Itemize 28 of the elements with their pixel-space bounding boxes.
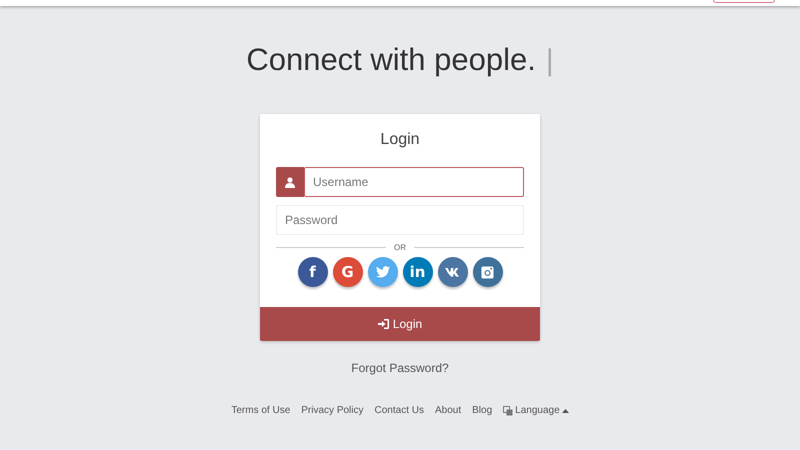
footer-link[interactable]: Terms of Use [231, 405, 290, 416]
password-field[interactable]: Password [276, 205, 524, 235]
card-title: Login [379, 131, 421, 149]
facebook-button[interactable]: f [298, 257, 328, 287]
translate-icon [503, 406, 514, 416]
user-icon [285, 176, 295, 188]
instagram-button[interactable] [472, 257, 502, 287]
headline: Connect with people. [246, 42, 536, 78]
forgot-password-link[interactable]: Forgot Password? [351, 361, 449, 375]
footer-link[interactable]: Blog [472, 405, 492, 416]
vk-button[interactable] [438, 257, 468, 287]
footer-link[interactable]: Contact Us [374, 405, 424, 416]
text-cursor: | [546, 44, 554, 78]
footer-link[interactable]: About [434, 405, 462, 416]
divider-label: OR [394, 243, 406, 252]
vk-icon [444, 267, 460, 277]
bird-icon [376, 266, 390, 278]
language-menu[interactable]: Language [503, 405, 569, 416]
google-button[interactable]: G [332, 257, 362, 287]
sign-in-icon [378, 319, 389, 329]
header-button[interactable] [713, 0, 775, 3]
twitter-button[interactable] [368, 257, 398, 287]
footer-link[interactable]: Privacy Policy [301, 405, 364, 416]
login-button[interactable]: Login [260, 307, 540, 341]
username-field[interactable]: Username [304, 167, 524, 197]
camera-icon [481, 266, 494, 278]
caret-icon [562, 408, 569, 412]
linkedin-button[interactable]: in [402, 257, 432, 287]
